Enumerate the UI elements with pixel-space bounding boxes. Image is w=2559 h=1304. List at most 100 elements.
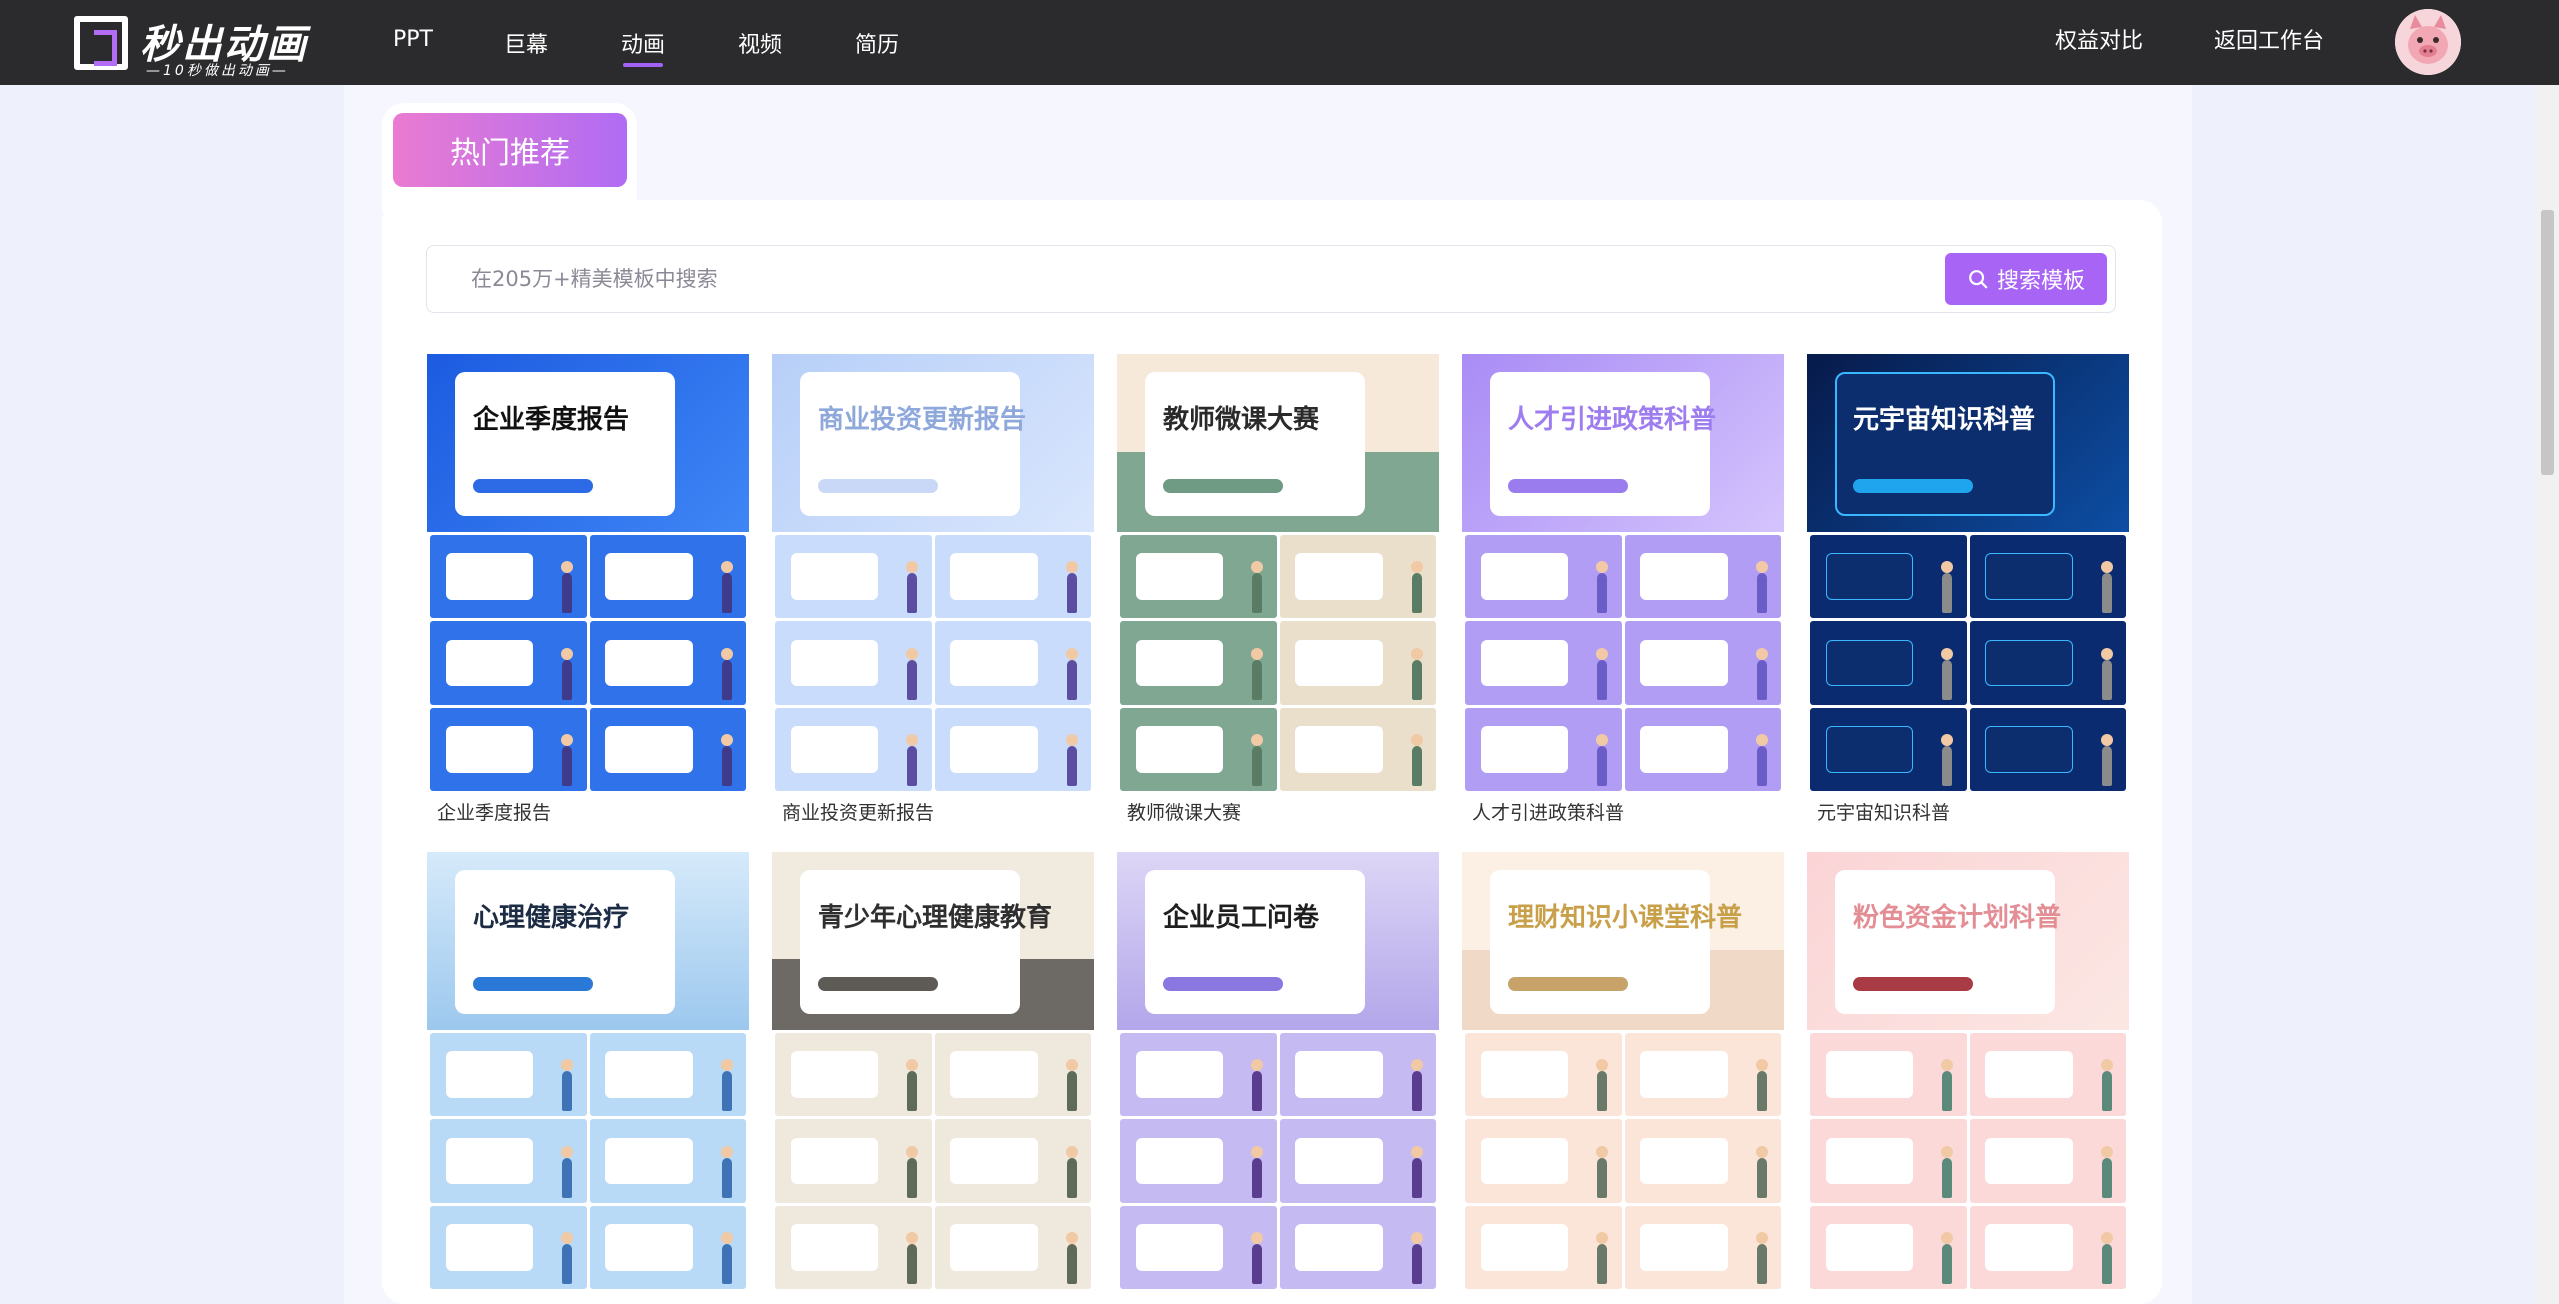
template-slide-preview xyxy=(1810,1119,1967,1203)
template-thumbnail[interactable]: 企业员工问卷 xyxy=(1117,852,1439,1292)
template-slide-preview xyxy=(1279,535,1436,619)
slide-character-figure xyxy=(1251,647,1264,700)
slide-character-figure xyxy=(1755,647,1768,700)
template-slide-preview xyxy=(1465,1033,1622,1117)
template-thumbnail[interactable]: 商业投资更新报告 xyxy=(772,354,1094,794)
template-card-label[interactable]: 人才引进政策科普 xyxy=(1472,798,1624,825)
template-slide-preview xyxy=(1810,1205,1967,1289)
page-scrollbar[interactable] xyxy=(2536,85,2559,1304)
template-slide-preview xyxy=(775,1205,932,1289)
slide-character-figure xyxy=(1596,1059,1609,1112)
template-slide-grid xyxy=(1462,532,1784,794)
slide-content-box xyxy=(1640,553,1728,600)
template-cover-title: 青少年心理健康教育 xyxy=(818,903,1053,933)
template-slide-preview xyxy=(1624,535,1781,619)
cover-author-pill xyxy=(1853,479,1973,493)
template-thumbnail[interactable]: 心理健康治疗 xyxy=(427,852,749,1292)
template-thumbnail[interactable]: 企业季度报告 xyxy=(427,354,749,794)
cover-author-pill xyxy=(1508,479,1628,493)
slide-content-box xyxy=(790,725,879,773)
slide-content-box xyxy=(790,553,879,600)
slide-content-box xyxy=(445,1137,534,1185)
slide-character-figure xyxy=(1410,561,1423,614)
slide-content-box xyxy=(1295,1223,1383,1271)
slide-character-figure xyxy=(2100,1232,2113,1284)
scrollbar-thumb[interactable] xyxy=(2541,210,2554,475)
slide-content-box xyxy=(1985,639,2073,687)
template-slide-preview xyxy=(1810,535,1967,619)
template-cover: 企业员工问卷 xyxy=(1117,852,1439,1030)
template-cover-title: 理财知识小课堂科普 xyxy=(1508,903,1743,933)
template-slide-preview xyxy=(1969,1119,2126,1203)
slide-content-box xyxy=(1985,1051,2073,1098)
slide-content-box xyxy=(950,725,1038,773)
slide-content-box xyxy=(605,1223,693,1271)
back-to-workspace-link[interactable]: 返回工作台 xyxy=(2214,23,2324,55)
template-slide-preview xyxy=(1969,1033,2126,1117)
search-icon xyxy=(1969,270,1988,289)
slide-content-box xyxy=(1135,1137,1224,1185)
template-slide-grid xyxy=(427,1030,749,1292)
slide-content-box xyxy=(1825,639,1914,687)
slide-content-box xyxy=(1825,725,1914,773)
slide-content-box xyxy=(605,1051,693,1098)
slide-content-box xyxy=(950,639,1038,687)
template-cover-title: 企业员工问卷 xyxy=(1163,903,1320,933)
template-thumbnail[interactable]: 元宇宙知识科普 xyxy=(1807,354,2129,794)
slide-character-figure xyxy=(1410,1145,1423,1198)
cover-author-pill xyxy=(473,977,593,991)
template-thumbnail[interactable]: 青少年心理健康教育 xyxy=(772,852,1094,1292)
template-slide-preview xyxy=(430,1119,587,1203)
slide-content-box xyxy=(790,1137,879,1185)
template-slide-preview xyxy=(589,1119,746,1203)
slide-character-figure xyxy=(1755,1232,1768,1284)
template-slide-preview xyxy=(589,1033,746,1117)
slide-character-figure xyxy=(1065,1232,1078,1284)
cover-author-pill xyxy=(818,479,938,493)
search-button[interactable]: 搜索模板 xyxy=(1945,253,2107,305)
slide-character-figure xyxy=(906,561,919,614)
slide-content-box xyxy=(1295,1137,1383,1185)
template-slide-preview xyxy=(1465,707,1622,791)
slide-content-box xyxy=(445,639,534,687)
template-cover-title: 心理健康治疗 xyxy=(473,903,630,933)
nav-item-resume[interactable]: 简历 xyxy=(855,27,899,59)
nav-item-ppt[interactable]: PPT xyxy=(393,27,433,52)
template-cover: 粉色资金计划科普 xyxy=(1807,852,2129,1030)
template-card-label[interactable]: 企业季度报告 xyxy=(437,798,551,825)
template-slide-preview xyxy=(1624,1033,1781,1117)
template-card-label[interactable]: 元宇宙知识科普 xyxy=(1817,798,1950,825)
template-slide-preview xyxy=(589,1205,746,1289)
template-card-label[interactable]: 教师微课大赛 xyxy=(1127,798,1241,825)
template-slide-preview xyxy=(1279,1205,1436,1289)
avatar[interactable] xyxy=(2395,9,2461,75)
slide-content-box xyxy=(605,639,693,687)
template-thumbnail[interactable]: 人才引进政策科普 xyxy=(1462,354,1784,794)
nav-item-video[interactable]: 视频 xyxy=(738,27,782,59)
logo[interactable]: 秒出动画 —10秒做出动画— xyxy=(74,12,314,79)
nav-item-jumu[interactable]: 巨幕 xyxy=(504,27,548,59)
template-thumbnail[interactable]: 理财知识小课堂科普 xyxy=(1462,852,1784,1292)
slide-character-figure xyxy=(1065,647,1078,700)
slide-content-box xyxy=(1985,1137,2073,1185)
template-cover: 人才引进政策科普 xyxy=(1462,354,1784,532)
slide-content-box xyxy=(1295,1051,1383,1098)
slide-character-figure xyxy=(561,647,574,700)
slide-content-box xyxy=(1295,725,1383,773)
slide-content-box xyxy=(790,1223,879,1271)
hot-recommend-tab[interactable]: 热门推荐 xyxy=(393,113,627,187)
slide-character-figure xyxy=(1755,734,1768,786)
template-cover: 商业投资更新报告 xyxy=(772,354,1094,532)
slide-content-box xyxy=(445,1223,534,1271)
search-input[interactable] xyxy=(471,246,1851,312)
nav-item-animation[interactable]: 动画 xyxy=(621,27,665,67)
template-thumbnail[interactable]: 教师微课大赛 xyxy=(1117,354,1439,794)
slide-character-figure xyxy=(2100,1145,2113,1198)
slide-character-figure xyxy=(906,1232,919,1284)
slide-character-figure xyxy=(1596,561,1609,614)
slide-content-box xyxy=(1135,639,1224,687)
template-card-label[interactable]: 商业投资更新报告 xyxy=(782,798,934,825)
cover-title-card xyxy=(800,870,1020,1014)
benefits-compare-link[interactable]: 权益对比 xyxy=(2055,23,2143,55)
template-thumbnail[interactable]: 粉色资金计划科普 xyxy=(1807,852,2129,1292)
